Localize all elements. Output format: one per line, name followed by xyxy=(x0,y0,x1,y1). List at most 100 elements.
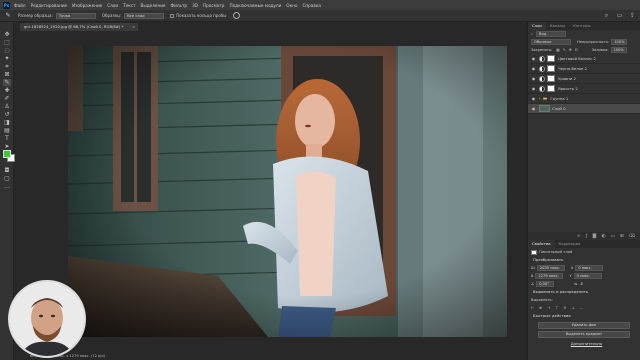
fill-input[interactable]: 100% xyxy=(610,47,627,53)
eye-icon[interactable]: ◉ xyxy=(531,106,536,111)
width-input[interactable]: 2035 пикс. xyxy=(536,265,565,271)
document-tab[interactable]: girl-1828524_1920.jpg @ 66,7% (Слой 0, R… xyxy=(20,23,138,31)
layer-item[interactable]: ◉ Яркость 2 xyxy=(528,84,640,94)
layer-mask-thumbnail[interactable] xyxy=(547,65,555,72)
menu-image[interactable]: Изображение xyxy=(72,3,102,8)
lock-move-icon[interactable]: ✥ xyxy=(569,48,572,52)
select-subject-button[interactable]: Выделить предмет xyxy=(538,331,630,338)
menu-view[interactable]: Просмотр xyxy=(203,3,225,8)
foreground-color-swatch[interactable] xyxy=(3,150,11,158)
height-input[interactable]: 1279 пикс. xyxy=(535,273,564,279)
y-input[interactable]: 0 пикс. xyxy=(573,273,602,279)
tab-layers[interactable]: Слои xyxy=(528,22,546,30)
menu-layers[interactable]: Слои xyxy=(107,3,118,8)
show-ring-label: Показать кольцо пробы xyxy=(176,13,227,18)
fx-icon[interactable]: ƒ xyxy=(586,234,588,239)
sample-ring-icon[interactable] xyxy=(233,12,241,19)
new-layer-icon[interactable]: ⊞ xyxy=(620,234,624,239)
menu-edit[interactable]: Редактирование xyxy=(31,3,68,8)
workspace-icon[interactable]: ▭ xyxy=(616,12,623,19)
share-icon[interactable]: ⇪ xyxy=(629,12,636,19)
layer-item[interactable]: ◉ Уровни 2 xyxy=(528,74,640,84)
menu-select[interactable]: Выделение xyxy=(141,3,166,8)
sample-size-select[interactable]: Точка xyxy=(55,12,96,19)
eye-icon[interactable]: ◉ xyxy=(531,66,536,71)
layer-mask-thumbnail[interactable] xyxy=(547,75,555,82)
eye-icon[interactable]: ◉ xyxy=(531,86,536,91)
menu-plugins[interactable]: Подключаемые модули xyxy=(229,3,281,8)
menu-help[interactable]: Справка xyxy=(302,3,320,8)
close-icon[interactable]: × xyxy=(132,23,135,31)
lock-all-icon[interactable]: ⊡ xyxy=(575,48,578,52)
path-select-icon[interactable]: ➤ xyxy=(3,143,11,150)
flip-horizontal-icon[interactable]: ⇋ xyxy=(574,282,577,286)
opacity-input[interactable]: 100% xyxy=(611,39,628,45)
layer-group[interactable]: ◉ › ▬ Группа 1 xyxy=(528,94,640,104)
eye-icon[interactable]: ◉ xyxy=(531,56,536,61)
align-right-icon[interactable]: ⊣ xyxy=(547,306,550,310)
more-icon[interactable]: … xyxy=(580,306,584,310)
search-icon[interactable]: ⌕ xyxy=(603,12,610,19)
eye-icon[interactable]: ◉ xyxy=(531,96,536,101)
more-tools-icon[interactable]: … xyxy=(3,183,11,190)
layer-item[interactable]: ◉ Цветовой баланс 2 xyxy=(528,54,640,64)
align-bottom-icon[interactable]: ⊥ xyxy=(571,306,574,310)
tab-properties[interactable]: Свойства xyxy=(528,240,555,248)
tab-channels[interactable]: Каналы xyxy=(546,22,569,30)
layer-mask-thumbnail[interactable] xyxy=(547,85,555,92)
crop-tool-icon[interactable]: ⌗ xyxy=(3,63,11,70)
gradient-tool-icon[interactable]: ▤ xyxy=(3,127,11,134)
angle-input[interactable]: 0,00° xyxy=(536,281,555,287)
history-brush-icon[interactable]: ↺ xyxy=(3,111,11,118)
stamp-tool-icon[interactable]: ♙ xyxy=(3,103,11,110)
menu-file[interactable]: Файл xyxy=(14,3,26,8)
document-image[interactable] xyxy=(68,46,507,337)
brush-tool-icon[interactable]: ✐ xyxy=(3,95,11,102)
eyedropper-tool-icon[interactable]: ✎ xyxy=(3,79,11,86)
canvas-area[interactable] xyxy=(15,31,526,352)
type-tool-icon[interactable]: T xyxy=(3,135,11,142)
marquee-tool-icon[interactable]: ⬚ xyxy=(3,39,11,46)
tab-paths[interactable]: Контуры xyxy=(569,22,594,30)
blend-mode-select[interactable]: Обычные xyxy=(531,39,571,45)
folder-icon[interactable]: ▭ xyxy=(611,234,615,239)
layer-item[interactable]: ◉ Черно-белое 2 xyxy=(528,64,640,74)
trash-icon[interactable]: ⌫ xyxy=(629,234,635,239)
lasso-tool-icon[interactable]: ◌ xyxy=(3,47,11,54)
more-link[interactable]: Дополнительно xyxy=(528,340,640,348)
healing-brush-icon[interactable]: ✚ xyxy=(3,87,11,94)
layer-item-active[interactable]: ◉ Слой 0 xyxy=(528,104,640,114)
align-middle-icon[interactable]: ⊝ xyxy=(563,306,566,310)
remove-background-button[interactable]: Удалить фон xyxy=(538,322,630,329)
quick-mask-icon[interactable]: ◘ xyxy=(3,167,11,174)
mask-icon[interactable]: ◙ xyxy=(592,234,596,239)
tab-adjustments[interactable]: Коррекция xyxy=(555,240,585,248)
frame-tool-icon[interactable]: ⊠ xyxy=(3,71,11,78)
eye-icon[interactable]: ◉ xyxy=(531,76,536,81)
align-top-icon[interactable]: ⊤ xyxy=(555,306,558,310)
adjustment-icon[interactable]: ◐ xyxy=(602,234,606,239)
flip-vertical-icon[interactable]: ⇵ xyxy=(580,282,583,286)
show-ring-checkbox[interactable] xyxy=(170,13,175,18)
eraser-tool-icon[interactable]: ◨ xyxy=(3,119,11,126)
sample-select[interactable]: Все слои xyxy=(124,12,165,19)
menu-text[interactable]: Текст xyxy=(123,3,135,8)
link-icon[interactable]: ∞ xyxy=(577,234,581,239)
lock-pixels-icon[interactable]: ▦ xyxy=(556,48,559,52)
menu-window[interactable]: Окно xyxy=(286,3,297,8)
eyedropper-icon[interactable]: ✎ xyxy=(4,12,12,20)
adjustment-layer-icon xyxy=(539,55,545,62)
quick-select-tool-icon[interactable]: ✦ xyxy=(3,55,11,62)
move-tool-icon[interactable]: ✥ xyxy=(3,31,11,38)
screen-mode-icon[interactable]: ▢ xyxy=(3,175,11,182)
layer-mask-thumbnail[interactable] xyxy=(547,55,555,62)
menu-filter[interactable]: Фильтр xyxy=(171,3,188,8)
layer-filter-select[interactable]: Вид xyxy=(536,31,567,37)
chevron-right-icon[interactable]: › xyxy=(539,96,541,101)
align-left-icon[interactable]: ⊢ xyxy=(531,306,534,310)
menu-3d[interactable]: 3D xyxy=(192,3,198,8)
lock-brush-icon[interactable]: ✎ xyxy=(563,48,566,52)
layer-name: Слой 0 xyxy=(552,106,566,111)
align-center-icon[interactable]: ⊕ xyxy=(539,306,542,310)
x-input[interactable]: 0 пикс. xyxy=(575,265,604,271)
